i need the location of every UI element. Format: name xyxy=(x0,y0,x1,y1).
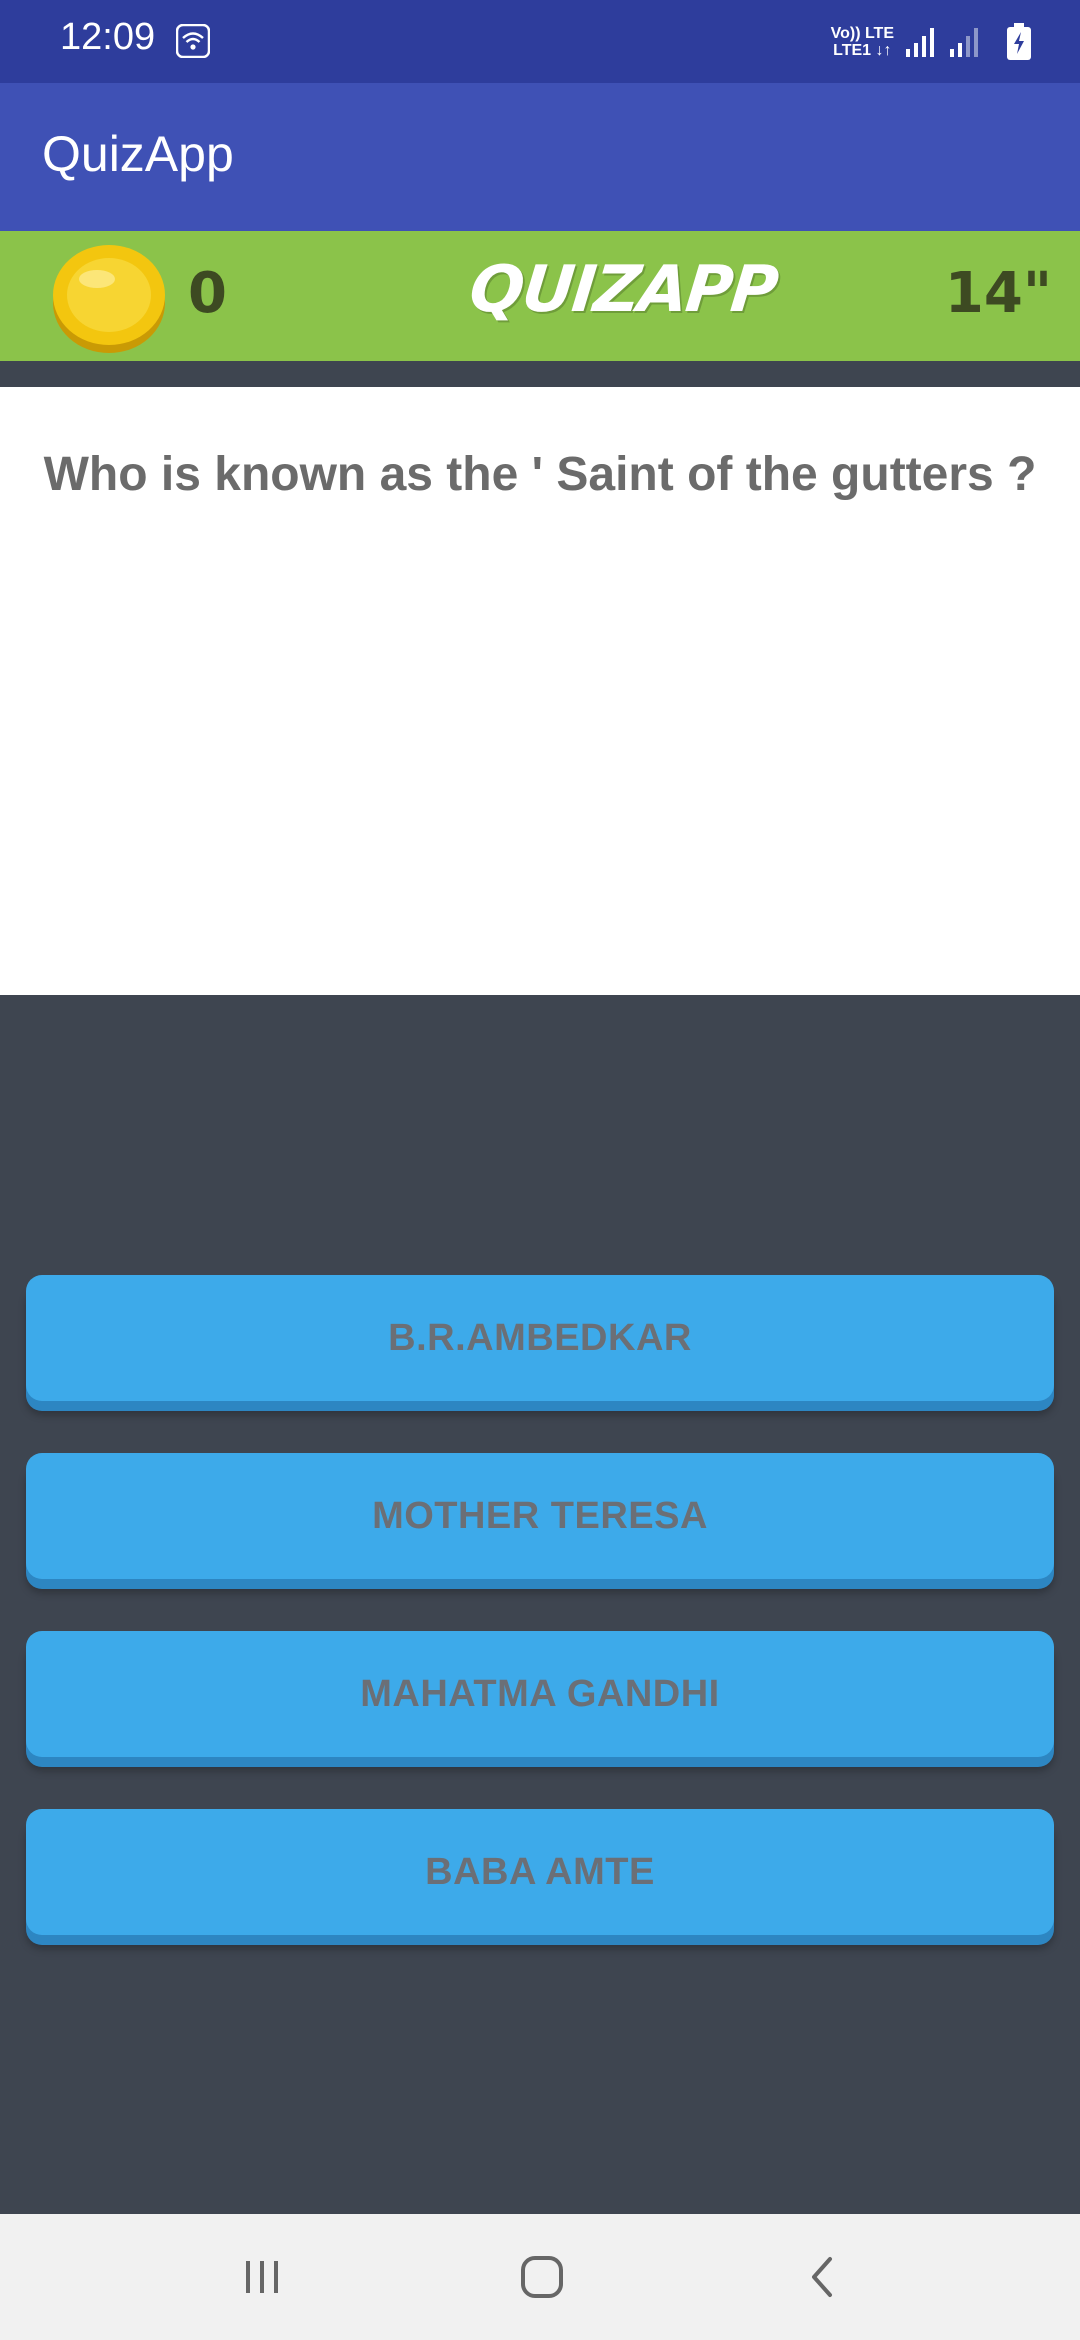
navigation-bar xyxy=(0,2214,1080,2340)
battery-charging-icon xyxy=(1007,23,1031,60)
network-type-label: Vo)) LTE LTE1 ↓↑ xyxy=(831,25,894,59)
app-title: QuizApp xyxy=(42,126,234,182)
status-bar: 12:09 Vo)) LTE LTE1 ↓↑ xyxy=(0,0,1080,83)
coin-count: 0 xyxy=(188,261,227,326)
status-time: 12:09 xyxy=(60,16,156,58)
status-indicators: Vo)) LTE LTE1 ↓↑ xyxy=(831,20,1032,64)
recents-icon xyxy=(246,2261,278,2293)
home-icon xyxy=(521,2256,563,2298)
answer-button-4[interactable]: BABA AMTE xyxy=(26,1809,1054,1935)
back-icon xyxy=(812,2257,832,2297)
countdown-timer: 14" xyxy=(944,261,1052,326)
network-type-top: Vo)) LTE xyxy=(830,25,894,42)
back-button[interactable] xyxy=(784,2242,864,2312)
answer-button-2[interactable]: MOTHER TERESA xyxy=(26,1453,1054,1579)
question-panel: Who is known as the ' Saint of the gutte… xyxy=(0,387,1080,995)
score-bar: 0 QUIZAPP 14" xyxy=(0,231,1080,361)
home-button[interactable] xyxy=(502,2242,582,2312)
signal-strength-icon xyxy=(906,28,934,57)
answer-button-3[interactable]: MAHATMA GANDHI xyxy=(26,1631,1054,1757)
signal-strength-2-icon xyxy=(950,28,978,57)
recents-button[interactable] xyxy=(222,2242,302,2312)
app-bar: QuizApp xyxy=(0,83,1080,231)
wifi-icon xyxy=(176,24,210,58)
answer-button-1[interactable]: B.R.AMBEDKAR xyxy=(26,1275,1054,1401)
brand-logo: QUIZAPP xyxy=(466,253,780,327)
network-type-bottom: LTE1 ↓↑ xyxy=(833,42,892,59)
coin-icon xyxy=(53,245,165,353)
question-text: Who is known as the ' Saint of the gutte… xyxy=(43,448,1037,501)
